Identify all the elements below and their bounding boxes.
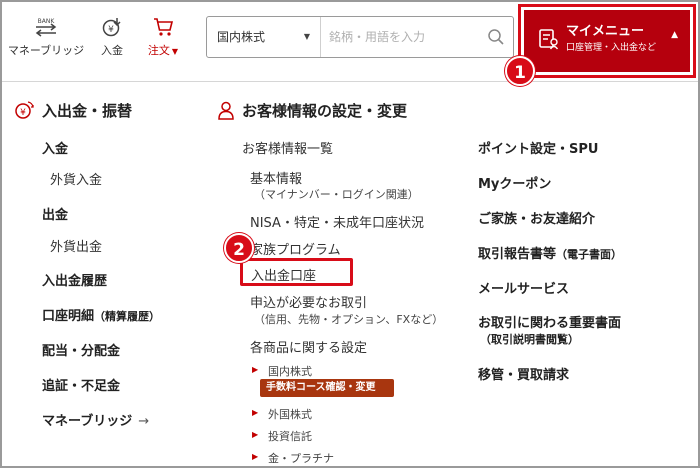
link-mutual-funds[interactable]: 投資信託 (268, 428, 312, 444)
link-trade-reports[interactable]: 取引報告書等（電子書面） (478, 243, 622, 262)
link-mail-service[interactable]: メールサービス (478, 278, 569, 297)
svg-text:¥: ¥ (108, 25, 114, 35)
nav-money-bridge[interactable]: BANK マネーブリッジ (6, 16, 86, 58)
link-trade-reports-label: 取引報告書等 (478, 247, 557, 262)
market-select[interactable]: 国内株式 ▼ (207, 17, 321, 57)
link-deposit-account[interactable]: 入出金口座 (251, 265, 316, 284)
nav-order[interactable]: 注文 ▼ (140, 16, 186, 58)
link-dividends[interactable]: 配当・分配金 (42, 340, 120, 359)
link-nisa-status[interactable]: NISA・特定・未成年口座状況 (250, 212, 424, 231)
nav-deposit[interactable]: ¥ 入金 (94, 16, 130, 58)
link-foreign-stocks[interactable]: 外国株式 (268, 406, 312, 422)
link-basic-info-sub: （マイナンバー・ログイン関連） (254, 188, 419, 201)
search-input[interactable] (329, 17, 479, 57)
link-customer-info-list[interactable]: お客様情報一覧 (242, 138, 333, 157)
triangle-right-icon: ▶ (252, 452, 259, 461)
chevron-up-icon: ▲ (671, 30, 678, 40)
link-margin-call[interactable]: 追証・不足金 (42, 375, 120, 394)
mymenu-dropdown-panel: ¥ 入出金・振替 入金 外貨入金 出金 外貨出金 入出金履歴 口座明細（精算履歴… (2, 84, 698, 466)
link-money-bridge-label: マネーブリッジ (42, 414, 133, 429)
link-deposit-history[interactable]: 入出金履歴 (42, 270, 107, 289)
step-badge-2: 2 (224, 233, 254, 263)
money-bridge-icon: BANK (6, 16, 86, 38)
commission-course-button[interactable]: 手数料コース確認・変更 (260, 379, 394, 397)
link-domestic-stocks[interactable]: 国内株式 (268, 363, 312, 379)
search-box: 国内株式 ▼ (206, 16, 514, 58)
triangle-right-icon: ▶ (252, 408, 259, 417)
link-point-settings[interactable]: ポイント設定・SPU (478, 138, 598, 157)
section-heading-deposit: 入出金・振替 (42, 102, 133, 120)
section-heading-customer: お客様情報の設定・変更 (242, 102, 408, 120)
link-important-documents-sub: （取引説明書閲覧） (480, 333, 579, 346)
link-account-statement[interactable]: 口座明細（精算履歴） (42, 305, 160, 324)
mymenu-button[interactable]: マイメニュー 口座管理・入出金など ▲ (524, 10, 690, 72)
top-toolbar: BANK マネーブリッジ ¥ 入金 注文 ▼ 国内株式 ▼ 銘柄・用語を入力 マ… (2, 2, 698, 82)
mymenu-subtitle: 口座管理・入出金など (566, 43, 657, 53)
search-icon[interactable] (487, 28, 505, 46)
link-money-bridge[interactable]: マネーブリッジ → (42, 410, 149, 429)
link-transfer-buyback[interactable]: 移管・買取請求 (478, 364, 569, 383)
mymenu-title: マイメニュー (566, 24, 645, 39)
svg-text:BANK: BANK (38, 18, 56, 25)
arrow-right-icon: → (138, 414, 150, 429)
link-trade-reports-note: （電子書面） (556, 248, 623, 261)
deposit-icon: ¥ (94, 16, 130, 38)
triangle-right-icon: ▶ (252, 365, 259, 374)
account-document-icon (538, 28, 560, 50)
link-withdraw[interactable]: 出金 (42, 204, 68, 223)
svg-text:¥: ¥ (20, 108, 26, 118)
link-application-required-sub: （信用、先物・オプション、FXなど） (254, 313, 444, 326)
link-my-coupon[interactable]: Myクーポン (478, 173, 551, 192)
link-product-settings[interactable]: 各商品に関する設定 (250, 337, 367, 356)
link-fx-withdraw[interactable]: 外貨出金 (50, 236, 102, 255)
link-gold-platinum[interactable]: 金・プラチナ (268, 450, 334, 466)
link-family-referral[interactable]: ご家族・お友達紹介 (478, 208, 595, 227)
link-account-statement-note: （精算履歴） (94, 310, 161, 323)
triangle-right-icon: ▶ (252, 430, 259, 439)
nav-order-label: 注文 (147, 44, 170, 57)
nav-money-bridge-label: マネーブリッジ (7, 44, 85, 57)
link-basic-info[interactable]: 基本情報 (250, 168, 302, 187)
cart-icon (140, 16, 186, 38)
link-account-statement-label: 口座明細 (42, 309, 95, 324)
link-family-program[interactable]: 家族プログラム (250, 239, 341, 258)
link-deposit[interactable]: 入金 (42, 138, 68, 157)
chevron-down-icon: ▼ (171, 47, 179, 56)
person-icon (216, 100, 236, 120)
step-badge-1: 1 (505, 56, 535, 86)
yen-transfer-icon: ¥ (14, 100, 34, 120)
nav-deposit-label: 入金 (101, 44, 123, 57)
link-fx-deposit[interactable]: 外貨入金 (50, 169, 102, 188)
chevron-down-icon: ▼ (303, 32, 310, 41)
link-application-required[interactable]: 申込が必要なお取引 (250, 292, 367, 311)
market-select-value: 国内株式 (217, 30, 266, 44)
page-frame: BANK マネーブリッジ ¥ 入金 注文 ▼ 国内株式 ▼ 銘柄・用語を入力 マ… (0, 0, 700, 468)
link-important-documents[interactable]: お取引に関わる重要書面 (478, 312, 621, 331)
